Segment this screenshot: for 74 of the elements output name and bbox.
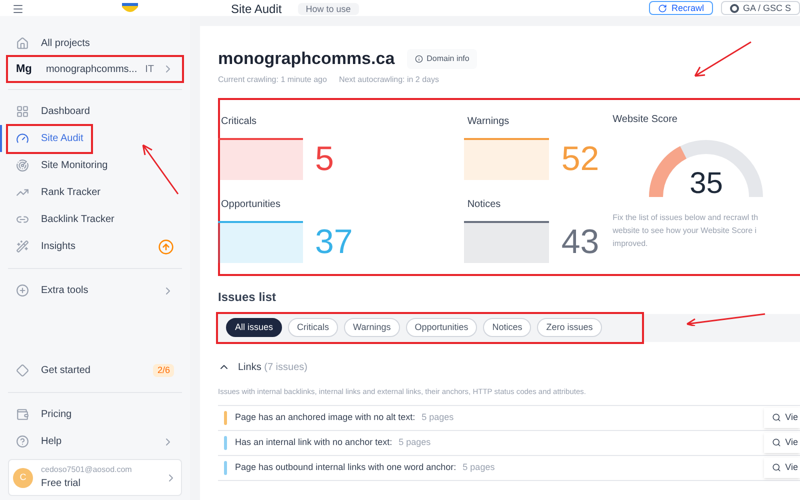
sidebar-item[interactable]: Help <box>8 428 70 454</box>
issue-text[interactable]: Has an internal link with no anchor text: 5 pages <box>235 436 431 450</box>
radar-icon <box>16 159 29 172</box>
sidebar-item[interactable]: Get started <box>8 358 98 384</box>
sidebar-item[interactable]: Rank Tracker <box>8 180 108 206</box>
filter-chip[interactable]: Zero issues <box>537 318 602 338</box>
filter-chip[interactable]: Warnings <box>344 318 400 338</box>
gauge-icon <box>16 132 29 145</box>
score-value: 35 <box>688 168 724 198</box>
filter-chip[interactable]: All issues <box>226 318 282 338</box>
crawl-status: Current crawling: 1 minute ago <box>218 74 327 86</box>
filter-chip[interactable]: Notices <box>483 318 532 338</box>
stat-value: 43 <box>561 224 600 258</box>
account-card[interactable]: C cedoso7501@aosod.com Free trial <box>8 459 182 496</box>
project-tag: IT <box>145 62 154 76</box>
sidebar-item[interactable]: Pricing <box>8 402 80 428</box>
sidebar-item[interactable]: Extra tools <box>8 278 96 304</box>
score-title: Website Score <box>612 112 678 126</box>
grid-icon <box>16 105 29 118</box>
arrow-drawing <box>140 142 180 196</box>
arrow-drawing <box>693 40 753 78</box>
stat-label: Opportunities <box>220 198 282 212</box>
score-hint-line: Fix the list of issues below and recrawl th <box>612 212 760 224</box>
diamond-icon <box>16 364 29 377</box>
filter-chip[interactable]: Opportunities <box>406 318 478 338</box>
account-email: cedoso7501@aosod.com <box>41 464 132 476</box>
issue-text[interactable]: Page has an anchored image with no alt text: 5 pages <box>235 411 454 424</box>
wallet-icon <box>16 408 29 421</box>
view-button[interactable]: Vie <box>764 458 800 478</box>
info-icon <box>414 54 423 63</box>
menu-icon[interactable] <box>12 3 24 15</box>
filter-chip[interactable]: Criticals <box>288 318 338 338</box>
help-icon <box>16 435 29 448</box>
sidebar-item[interactable]: Site Audit <box>8 126 92 152</box>
stat-label: Criticals <box>220 114 258 128</box>
issue-text[interactable]: Page has outbound internal links with one word anchor: 5 pages <box>235 461 495 474</box>
crawl-schedule: Next autocrawling: in 2 days <box>338 74 440 86</box>
account-plan: Free trial <box>41 477 82 491</box>
refresh-icon <box>658 4 668 12</box>
how-to-use-button[interactable]: How to use <box>298 3 359 15</box>
search-icon <box>772 463 782 472</box>
search-icon <box>772 438 782 448</box>
plus-circle-icon <box>16 284 29 297</box>
view-button[interactable]: Vie <box>764 408 800 428</box>
sidebar-item[interactable]: Dashboard <box>8 98 98 124</box>
page-title: Site Audit <box>231 3 282 15</box>
progress-count: 2/6 <box>153 364 174 378</box>
sidebar-item[interactable]: All projects <box>8 30 98 56</box>
avatar: C <box>13 468 33 488</box>
stat-value: 52 <box>561 142 600 176</box>
stat-label: Warnings <box>466 114 510 128</box>
issues-title: Issues list <box>218 288 278 306</box>
group-title[interactable]: Links (7 issues) <box>238 360 308 374</box>
search-icon <box>772 413 782 422</box>
home-icon <box>16 37 29 50</box>
project-item[interactable]: Mg monographcomms... IT <box>8 57 182 81</box>
logo-icon <box>120 3 140 15</box>
recrawl-button[interactable]: Recrawl <box>649 1 713 15</box>
active-indicator <box>0 125 2 152</box>
score-hint-line: website to see how your Website Score i <box>612 224 758 236</box>
stat-value: 37 <box>315 224 353 258</box>
sidebar-item[interactable]: Backlink Tracker <box>8 206 122 232</box>
project-initials: Mg <box>16 62 33 77</box>
wand-icon <box>16 240 29 253</box>
sidebar-item[interactable]: Site Monitoring <box>8 152 116 178</box>
stat-label: Notices <box>466 198 502 212</box>
view-button[interactable]: Vie <box>764 432 800 453</box>
score-hint-line: improved. <box>612 238 649 250</box>
domain-info-button[interactable]: Domain info <box>406 48 478 69</box>
integration-button[interactable]: GA / GSC S <box>720 1 800 15</box>
domain-title: monographcomms.ca <box>218 48 395 70</box>
stat-value: 5 <box>315 142 334 176</box>
sidebar-item[interactable]: Insights <box>8 234 84 260</box>
project-name: monographcomms... <box>46 62 138 76</box>
